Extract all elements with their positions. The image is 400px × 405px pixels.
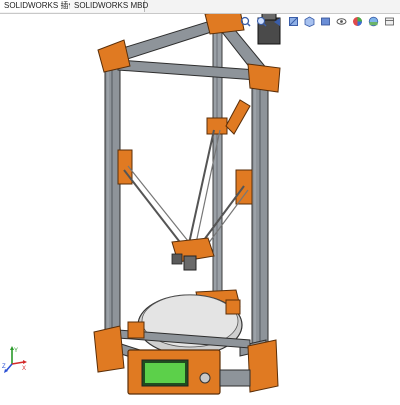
delta-printer-model (93, 5, 281, 395)
appearance-icon[interactable] (351, 15, 364, 28)
graphics-area[interactable] (0, 5, 400, 400)
section-view-icon[interactable] (287, 15, 300, 28)
reference-triad: Y X Z (2, 344, 28, 374)
command-manager-tabs: SOLIDWORKS 插件 SOLIDWORKS MBD (0, 0, 400, 14)
view-settings-icon[interactable] (383, 15, 396, 28)
view-orientation-icon[interactable] (303, 15, 316, 28)
triad-z-label: Z (2, 364, 6, 370)
bottom-right-bracket (247, 339, 279, 393)
display-style-icon[interactable] (319, 15, 332, 28)
top-left-bracket (97, 39, 131, 73)
zoom-to-fit-icon[interactable] (239, 15, 252, 28)
spool-arm (225, 99, 251, 135)
scene-icon[interactable] (367, 15, 380, 28)
heads-up-view-toolbar (239, 13, 396, 29)
triad-x-label: X (22, 366, 26, 372)
tab-solidworks-addins[interactable]: SOLIDWORKS 插件 (0, 0, 76, 12)
control-knob (199, 372, 211, 384)
hotend (183, 255, 197, 271)
triad-y-label: Y (14, 348, 18, 354)
zoom-area-icon[interactable] (255, 15, 268, 28)
previous-view-icon[interactable] (271, 15, 284, 28)
bottom-left-bracket (93, 325, 125, 373)
hide-show-icon[interactable] (335, 15, 348, 28)
top-right-bracket (247, 63, 281, 93)
rear-carriage (206, 117, 228, 135)
lcd-screen (145, 363, 185, 383)
tab-solidworks-mbd[interactable]: SOLIDWORKS MBD (70, 0, 148, 12)
